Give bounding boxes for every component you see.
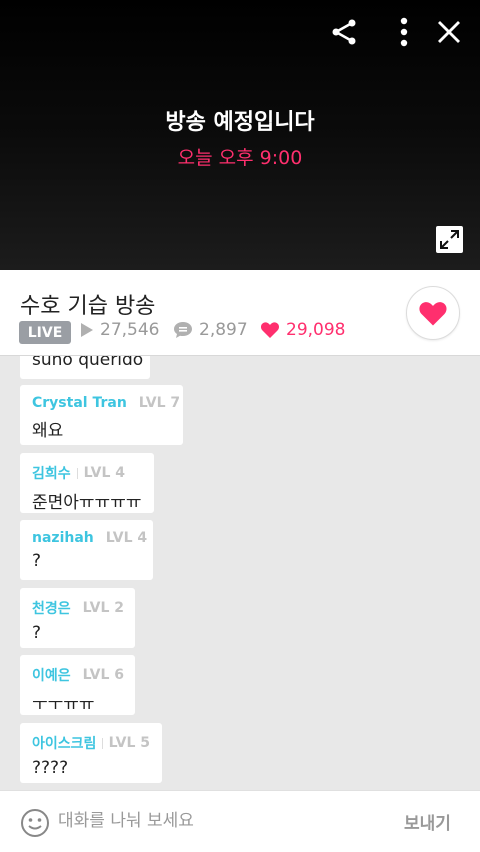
chat-user-level: LVL 6 [82,667,125,683]
chat-user-level: LVL 7 [138,395,181,411]
chat-message-text: 준면아ㅠㅠㅠㅠ [32,493,142,513]
like-count: 29,098 [260,320,345,340]
chat-message-text: ? [32,551,42,571]
chat-username[interactable]: nazihah [32,530,94,546]
chat-message-text: suho querido [32,356,144,370]
chat-username[interactable]: 천경은 [32,598,71,618]
video-player[interactable]: 방송 예정입니다 오늘 오후 9:00 [0,0,480,270]
chat-user-level: LVL 4 [105,530,148,546]
chat-message-text: ㅜㅜㅠㅠ [32,695,95,715]
chat-user-level: LVL 4 [83,465,126,481]
view-count-value: 27,546 [100,320,160,340]
chat-username[interactable]: 이예은 [32,665,71,685]
chat-username[interactable]: 아이스크림 [32,733,96,753]
chat-user-level: LVL 5 [108,735,150,751]
heart-icon [260,322,280,338]
chat-user-level: LVL 2 [82,600,125,616]
chat-username[interactable]: Crystal Tran [32,395,127,411]
stream-title: 수호 기습 방송 [20,294,156,319]
chat-message: 아이스크림 LVL 5 ???? [20,723,162,783]
more-vertical-icon[interactable] [386,14,422,50]
like-button[interactable] [406,286,460,340]
chat-message-text: 왜요 [32,421,64,441]
stream-info-panel: 수호 기습 방송 LIVE 27,546 2,897 29,098 [0,270,480,356]
chat-username[interactable]: 김희수 [32,463,71,483]
comment-icon [174,322,192,338]
expand-icon[interactable] [436,226,463,253]
chat-message-text: ? [32,623,42,643]
chat-message: 김희수 LVL 4 준면아ㅠㅠㅠㅠ [20,453,154,513]
send-button[interactable]: 보내기 [404,809,451,834]
like-count-value: 29,098 [286,320,346,340]
comment-count: 2,897 [173,320,248,340]
live-badge: LIVE [19,321,71,344]
share-icon[interactable] [326,14,362,50]
chat-input[interactable] [58,807,378,835]
chat-composer: 보내기 [0,790,480,852]
play-icon [81,323,93,337]
chat-list[interactable]: suho querido Crystal Tran LVL 7 왜요 김희수 LVL… [0,356,480,790]
chat-message: 천경은 LVL 2 ? [20,588,135,648]
chat-message: Crystal Tran LVL 7 왜요 [20,385,183,445]
chat-message: suho querido [20,356,150,379]
view-count: 27,546 [80,320,159,340]
chat-message: nazihah LVL 4 ? [20,520,153,580]
close-icon[interactable] [431,14,467,50]
chat-message: 이예은 LVL 6 ㅜㅜㅠㅠ [20,655,135,715]
comment-count-value: 2,897 [199,320,248,340]
emoji-icon[interactable] [20,808,50,838]
heart-icon [419,301,447,325]
broadcast-schedule-time: 오늘 오후 9:00 [177,147,303,169]
chat-message-text: ???? [32,758,69,778]
broadcast-status-title: 방송 예정입니다 [165,110,315,135]
